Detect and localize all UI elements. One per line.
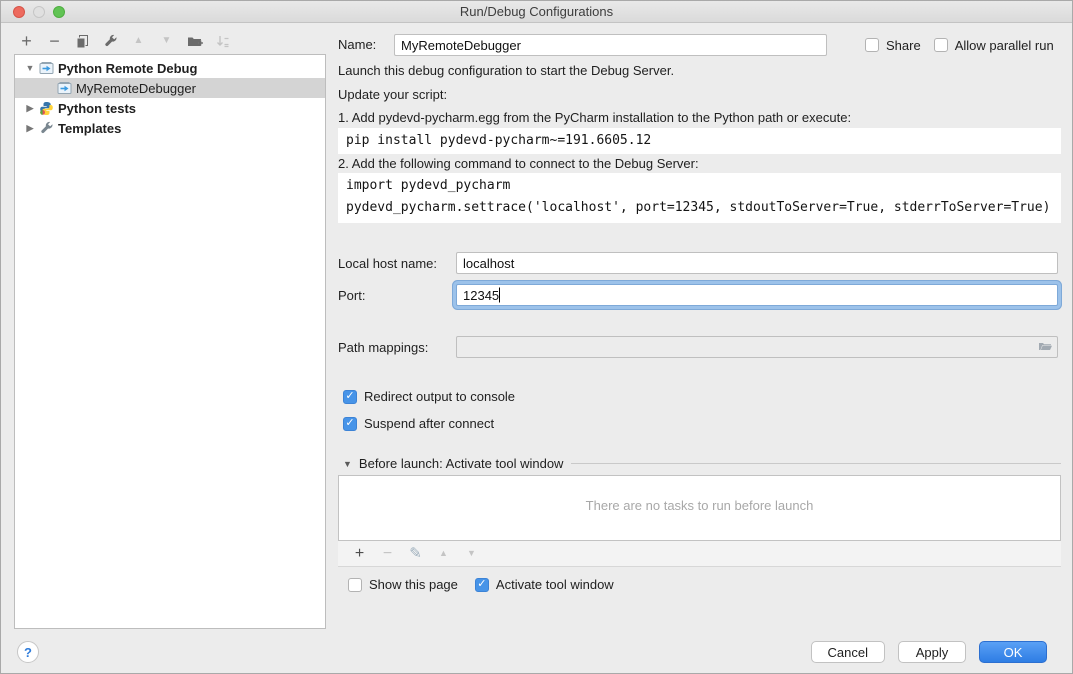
suspend-after-connect-checkbox[interactable]: ✓ [343, 417, 357, 431]
new-folder-button[interactable] [185, 32, 204, 51]
show-this-page-label: Show this page [369, 577, 458, 592]
plus-icon: + [355, 546, 364, 562]
templates-wrench-icon [39, 121, 54, 136]
chevron-down-icon[interactable]: ▼ [24, 63, 36, 73]
plus-icon: + [21, 32, 32, 50]
allow-parallel-run-label: Allow parallel run [955, 38, 1054, 53]
tree-item-templates[interactable]: ▶ Templates [15, 118, 325, 138]
instruction-line-1: Launch this debug configuration to start… [338, 61, 674, 81]
edit-task-button[interactable]: ✎ [406, 544, 425, 563]
help-button[interactable]: ? [17, 641, 39, 663]
add-configuration-button[interactable]: + [17, 32, 36, 51]
edit-templates-button[interactable] [101, 32, 120, 51]
configurations-toolbar: + − ▲ ▼ [17, 31, 232, 51]
help-icon: ? [24, 645, 32, 660]
check-icon: ✓ [345, 418, 354, 429]
before-launch-header: Before launch: Activate tool window [359, 456, 564, 471]
suspend-after-connect-label: Suspend after connect [364, 416, 494, 431]
before-launch-toolbar: + − ✎ ▲ ▼ [338, 541, 1061, 567]
down-arrow-icon: ▼ [467, 549, 476, 558]
code-line-import: import pydevd_pycharm [346, 175, 1053, 197]
settrace-code-block: import pydevd_pycharm pydevd_pycharm.set… [338, 173, 1061, 223]
folder-open-icon [1037, 339, 1053, 353]
configurations-tree: ▼ Python Remote Debug MyRemoteDebugger ▶… [14, 54, 326, 629]
before-launch-task-list[interactable]: There are no tasks to run before launch [338, 475, 1061, 541]
text-caret [499, 288, 500, 303]
remove-task-button[interactable]: − [378, 544, 397, 563]
empty-task-list-message: There are no tasks to run before launch [339, 498, 1060, 513]
down-arrow-icon: ▼ [162, 36, 172, 46]
add-task-button[interactable]: + [350, 544, 369, 563]
section-divider [571, 463, 1061, 464]
share-checkbox[interactable] [865, 38, 879, 52]
chevron-right-icon[interactable]: ▶ [24, 123, 36, 134]
copy-configuration-button[interactable] [73, 32, 92, 51]
browse-path-mappings-button[interactable] [1037, 339, 1053, 356]
remote-debug-config-icon [57, 82, 72, 95]
tree-item-myremotedebugger[interactable]: MyRemoteDebugger [15, 78, 325, 98]
minus-icon: − [383, 546, 392, 562]
copy-icon [75, 34, 90, 49]
name-input[interactable] [394, 34, 827, 56]
local-host-name-label: Local host name: [338, 256, 456, 271]
instruction-step-2: 2. Add the following command to connect … [338, 154, 699, 174]
instruction-step-1: 1. Add pydevd-pycharm.egg from the PyCha… [338, 108, 851, 128]
local-host-name-input[interactable] [456, 252, 1058, 274]
tree-item-python-remote-debug[interactable]: ▼ Python Remote Debug [15, 58, 325, 78]
tree-item-label: Templates [58, 121, 121, 136]
run-debug-configurations-dialog: Run/Debug Configurations + − ▲ ▼ ▼ Pytho… [0, 0, 1073, 674]
tree-item-label: MyRemoteDebugger [76, 81, 196, 96]
instruction-line-2: Update your script: [338, 85, 447, 105]
pip-install-command: pip install pydevd-pycharm~=191.6605.12 [338, 128, 1061, 154]
move-task-up-button[interactable]: ▲ [434, 544, 453, 563]
move-down-button[interactable]: ▼ [157, 32, 176, 51]
remote-debug-config-icon [39, 62, 54, 75]
cancel-button[interactable]: Cancel [811, 641, 885, 663]
up-arrow-icon: ▲ [134, 36, 144, 46]
configuration-form: Name: Share Allow parallel run Launch th… [338, 1, 1061, 674]
redirect-output-label: Redirect output to console [364, 389, 515, 404]
minus-icon: − [49, 32, 60, 50]
wrench-icon [103, 34, 118, 49]
path-mappings-input[interactable] [456, 336, 1058, 358]
redirect-output-checkbox[interactable]: ✓ [343, 390, 357, 404]
chevron-right-icon[interactable]: ▶ [24, 103, 36, 114]
name-label: Name: [338, 35, 394, 55]
move-task-down-button[interactable]: ▼ [462, 544, 481, 563]
sort-configurations-button[interactable] [213, 32, 232, 51]
code-line-settrace: pydevd_pycharm.settrace('localhost', por… [346, 197, 1053, 219]
path-mappings-label: Path mappings: [338, 340, 456, 355]
port-label: Port: [338, 288, 456, 303]
check-icon: ✓ [345, 391, 354, 402]
share-label: Share [886, 38, 921, 53]
tree-item-python-tests[interactable]: ▶ Python tests [15, 98, 325, 118]
show-this-page-checkbox[interactable] [348, 578, 362, 592]
check-icon: ✓ [477, 579, 486, 590]
port-input[interactable] [456, 284, 1058, 306]
folder-plus-icon [187, 34, 203, 49]
allow-parallel-run-checkbox[interactable] [934, 38, 948, 52]
sort-az-icon [216, 34, 230, 49]
apply-button[interactable]: Apply [898, 641, 966, 663]
tree-item-label: Python tests [58, 101, 136, 116]
dialog-buttons: Cancel Apply OK [811, 641, 1047, 663]
tree-item-label: Python Remote Debug [58, 61, 197, 76]
python-tests-icon [39, 101, 54, 116]
collapse-before-launch-icon[interactable]: ▼ [343, 459, 352, 469]
move-up-button[interactable]: ▲ [129, 32, 148, 51]
up-arrow-icon: ▲ [439, 549, 448, 558]
remove-configuration-button[interactable]: − [45, 32, 64, 51]
activate-tool-window-label: Activate tool window [496, 577, 614, 592]
pencil-icon: ✎ [409, 546, 422, 561]
activate-tool-window-checkbox[interactable]: ✓ [475, 578, 489, 592]
ok-button[interactable]: OK [979, 641, 1047, 663]
